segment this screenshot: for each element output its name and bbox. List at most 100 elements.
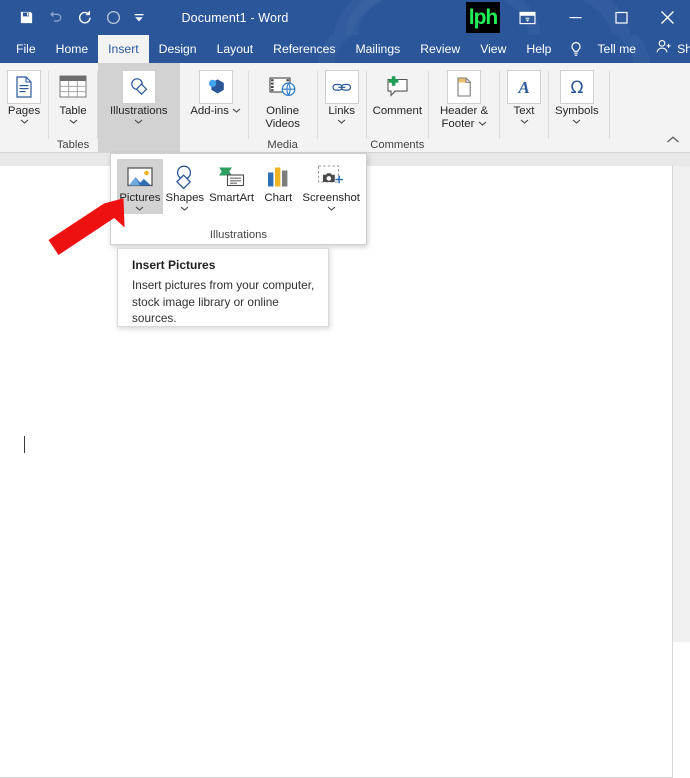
shapes-label: Shapes xyxy=(165,192,205,204)
ribbon-group-illustrations[interactable]: Illustrations xyxy=(98,63,180,153)
tab-insert[interactable]: Insert xyxy=(98,35,149,63)
ribbon-group-symbols: Ω Symbols xyxy=(549,63,605,153)
chevron-down-icon[interactable] xyxy=(20,118,29,125)
insert-chart-button[interactable]: Chart xyxy=(256,159,300,207)
insert-smartart-button[interactable]: SmartArt xyxy=(207,159,256,207)
save-icon[interactable] xyxy=(12,4,41,32)
minimize-icon[interactable] xyxy=(552,0,598,35)
tab-layout[interactable]: Layout xyxy=(207,35,264,63)
addins-icon xyxy=(198,70,233,104)
online-videos-label: Online Videos xyxy=(265,105,300,130)
links-icon xyxy=(324,70,359,104)
ribbon-tab-strip: File Home Insert Design Layout Reference… xyxy=(0,35,690,63)
pictures-label: Pictures xyxy=(119,192,161,204)
insert-shapes-button[interactable]: Shapes xyxy=(163,159,207,214)
header-footer-label: Header & Footer xyxy=(439,105,489,130)
table-button[interactable]: Table xyxy=(49,68,97,125)
smartart-icon xyxy=(216,162,248,192)
comment-button[interactable]: Comment xyxy=(367,68,428,118)
quick-access-toolbar xyxy=(0,4,150,32)
symbols-button[interactable]: Ω Symbols xyxy=(549,68,605,125)
illustrations-dropdown-panel: Pictures Shapes SmartArt Chart Screensho… xyxy=(110,153,367,245)
tab-references[interactable]: References xyxy=(263,35,345,63)
ribbon-display-options-icon[interactable] xyxy=(502,0,552,35)
tab-file[interactable]: File xyxy=(6,35,46,63)
vertical-scrollbar[interactable] xyxy=(673,166,690,642)
tab-design[interactable]: Design xyxy=(149,35,207,63)
window-controls xyxy=(502,0,690,35)
pages-label: Pages xyxy=(7,105,41,117)
chevron-down-icon[interactable] xyxy=(337,118,346,125)
ribbon-group-media: Online Videos Media xyxy=(249,63,317,153)
table-icon xyxy=(56,70,90,104)
online-videos-button[interactable]: Online Videos xyxy=(249,68,317,130)
maximize-icon[interactable] xyxy=(598,0,644,35)
redo-icon[interactable] xyxy=(70,4,99,32)
illustrations-icon xyxy=(121,70,156,104)
chart-label: Chart xyxy=(264,192,293,204)
smartart-label: SmartArt xyxy=(209,192,255,204)
tab-help[interactable]: Help xyxy=(516,35,561,63)
undo-icon[interactable] xyxy=(41,4,70,32)
group-divider xyxy=(608,71,610,139)
shapes-icon xyxy=(169,162,201,192)
chevron-down-icon[interactable] xyxy=(69,118,78,125)
chevron-down-icon[interactable] xyxy=(520,118,529,125)
insert-pictures-button[interactable]: Pictures xyxy=(117,159,163,214)
ribbon-group-comments: Comment Comments xyxy=(367,63,428,153)
tell-me-button[interactable]: Tell me xyxy=(587,35,646,63)
ribbon-group-header-footer: Header & Footer xyxy=(429,63,499,153)
document-page[interactable] xyxy=(0,166,673,778)
tab-home[interactable]: Home xyxy=(46,35,99,63)
close-icon[interactable] xyxy=(644,0,690,35)
header-footer-button[interactable]: Header & Footer xyxy=(429,68,499,130)
text-label: Text xyxy=(513,105,535,117)
ribbon-group-addins: Add-ins xyxy=(180,63,248,153)
text-button[interactable]: A Text xyxy=(500,68,548,125)
svg-text:A: A xyxy=(517,78,529,97)
tooltip-body: Insert pictures from your computer, stoc… xyxy=(132,278,315,325)
screenshot-label: Screenshot xyxy=(302,192,360,204)
tooltip-insert-pictures: Insert Pictures Insert pictures from you… xyxy=(117,248,329,327)
ribbon-group-links: Links xyxy=(318,63,366,153)
tab-view[interactable]: View xyxy=(470,35,516,63)
collapse-ribbon-icon[interactable] xyxy=(664,132,682,148)
dropdown-group-label: Illustrations xyxy=(209,229,268,241)
chevron-down-icon[interactable] xyxy=(135,205,144,212)
ribbon-group-tables: Table Tables xyxy=(49,63,97,153)
share-button[interactable]: Share xyxy=(646,35,690,63)
chevron-down-icon[interactable] xyxy=(572,118,581,125)
pictures-icon xyxy=(124,162,156,192)
chevron-down-icon[interactable] xyxy=(180,205,189,212)
links-button[interactable]: Links xyxy=(318,68,366,125)
chart-icon xyxy=(262,162,294,192)
svg-text:Ω: Ω xyxy=(570,78,583,98)
watermark-logo: lph xyxy=(466,2,500,33)
group-label-comments: Comments xyxy=(370,139,425,151)
share-person-icon xyxy=(656,39,672,59)
group-label-media: Media xyxy=(267,139,298,151)
new-comment-icon xyxy=(380,70,414,104)
table-label: Table xyxy=(59,105,87,117)
tab-review[interactable]: Review xyxy=(410,35,470,63)
addins-button[interactable]: Add-ins xyxy=(184,68,248,118)
touch-mode-icon[interactable] xyxy=(99,4,128,32)
illustrations-button[interactable]: Illustrations xyxy=(104,68,174,125)
chevron-down-icon[interactable] xyxy=(134,118,143,125)
lightbulb-icon[interactable] xyxy=(561,35,587,63)
tooltip-title: Insert Pictures xyxy=(132,258,216,272)
share-label: Share xyxy=(677,42,690,56)
symbols-label: Symbols xyxy=(555,105,599,117)
chevron-down-icon[interactable] xyxy=(474,118,486,130)
chevron-down-icon[interactable] xyxy=(232,105,241,118)
customize-qat-icon[interactable] xyxy=(128,4,150,32)
addins-label: Add-ins xyxy=(190,105,242,118)
text-cursor xyxy=(24,436,25,453)
title-bar: Document1 - Word lph xyxy=(0,0,690,35)
ribbon-group-text: A Text xyxy=(500,63,548,153)
chevron-down-icon[interactable] xyxy=(327,205,336,212)
pages-button[interactable]: Pages xyxy=(0,68,48,125)
tab-mailings[interactable]: Mailings xyxy=(346,35,411,63)
insert-screenshot-button[interactable]: Screenshot xyxy=(300,159,362,214)
comment-label: Comment xyxy=(372,105,422,117)
